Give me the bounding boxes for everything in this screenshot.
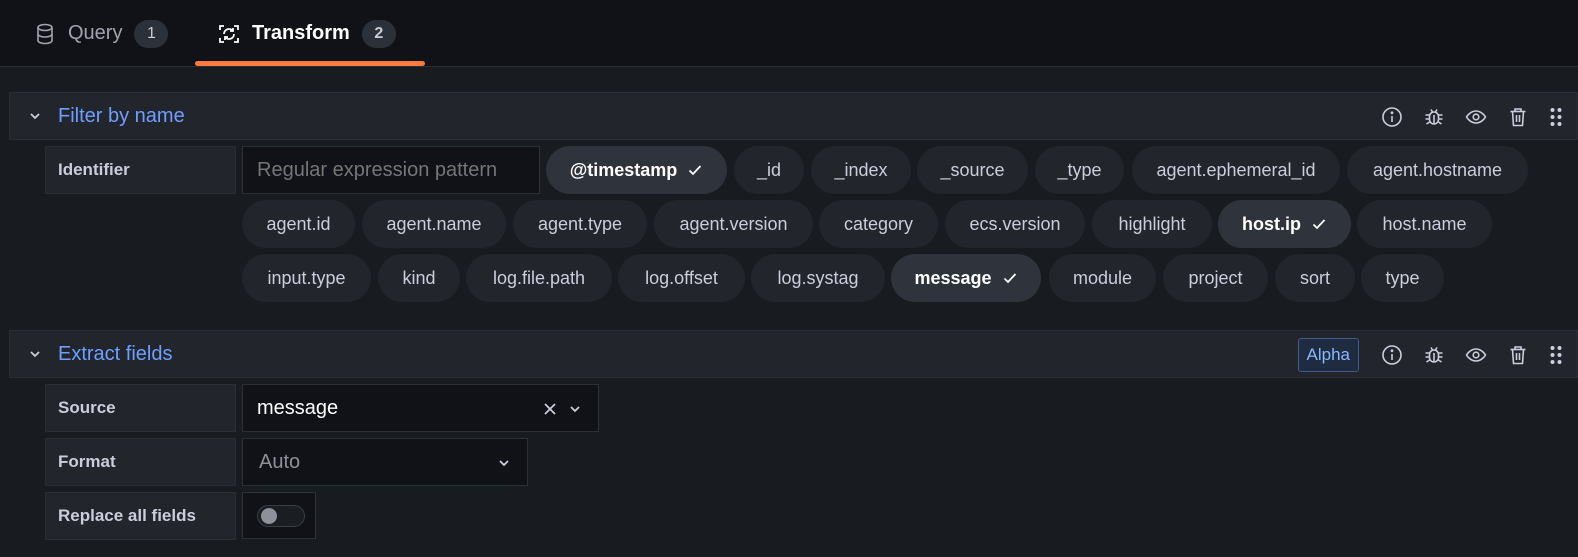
field-pill-label: agent.type xyxy=(537,213,623,234)
field-pill-label: module xyxy=(1072,267,1133,288)
field-pill[interactable]: _id xyxy=(734,146,804,194)
field-pill-label: agent.name xyxy=(386,213,482,234)
field-pill-label: project xyxy=(1188,267,1243,288)
source-select[interactable]: message xyxy=(242,384,599,432)
chevron-down-icon[interactable] xyxy=(568,402,582,416)
field-pill[interactable]: agent.version xyxy=(654,200,813,248)
filter-by-name-title: Filter by name xyxy=(58,104,185,127)
field-pill-label: log.systag xyxy=(777,267,859,288)
field-pill[interactable]: message xyxy=(891,254,1041,302)
transform-icon xyxy=(218,23,240,45)
tab-query[interactable]: Query 1 xyxy=(34,0,169,67)
source-value: message xyxy=(257,396,339,419)
tab-transform[interactable]: Transform 2 xyxy=(218,0,396,67)
field-pill[interactable]: host.ip xyxy=(1218,200,1351,248)
field-pill[interactable]: sort xyxy=(1275,254,1355,302)
eye-icon[interactable] xyxy=(1465,106,1487,128)
field-pill[interactable]: kind xyxy=(378,254,460,302)
eye-icon[interactable] xyxy=(1465,344,1487,366)
field-pill-label: sort xyxy=(1299,267,1330,288)
field-pill-label: kind xyxy=(402,267,436,288)
debug-bug-icon[interactable] xyxy=(1423,106,1445,128)
field-pill[interactable]: type xyxy=(1361,254,1444,302)
field-pill-label: log.file.path xyxy=(492,267,586,288)
field-pill-label: message xyxy=(914,267,992,288)
field-pill-label: ecs.version xyxy=(969,213,1061,234)
field-pill[interactable]: _index xyxy=(811,146,911,194)
format-value: Auto xyxy=(259,450,301,473)
field-pill[interactable]: host.name xyxy=(1357,200,1492,248)
info-icon[interactable] xyxy=(1381,344,1403,366)
field-pill[interactable]: input.type xyxy=(242,254,371,302)
extract-actions: Alpha xyxy=(1297,331,1563,379)
field-pill[interactable]: _source xyxy=(917,146,1028,194)
field-pill-label: log.offset xyxy=(645,267,718,288)
field-pill[interactable]: agent.name xyxy=(362,200,506,248)
replace-all-fields-toggle[interactable] xyxy=(257,505,305,527)
trash-icon[interactable] xyxy=(1507,106,1529,128)
source-label: Source xyxy=(45,384,236,432)
database-icon xyxy=(34,23,56,45)
field-pill-label: _id xyxy=(756,159,782,180)
field-pill-label: _source xyxy=(940,159,1005,180)
field-pill-label: highlight xyxy=(1118,213,1186,234)
drag-handle-icon[interactable] xyxy=(1549,344,1563,366)
checkmark-icon xyxy=(1003,273,1016,284)
tab-bar: Query 1 Transform 2 xyxy=(0,0,1578,67)
field-pill-label: input.type xyxy=(267,267,346,288)
trash-icon[interactable] xyxy=(1507,344,1529,366)
alpha-badge: Alpha xyxy=(1297,338,1359,372)
checkmark-icon xyxy=(689,165,702,176)
field-pill[interactable]: _type xyxy=(1035,146,1124,194)
extract-fields-title: Extract fields xyxy=(58,342,173,365)
format-label: Format xyxy=(45,438,236,486)
field-pill-label: @timestamp xyxy=(569,159,678,180)
regex-pattern-input[interactable] xyxy=(242,146,540,194)
field-pill[interactable]: log.offset xyxy=(618,254,745,302)
field-pill[interactable]: agent.ephemeral_id xyxy=(1132,146,1340,194)
field-pill[interactable]: project xyxy=(1163,254,1268,302)
tab-query-count: 1 xyxy=(134,19,169,48)
extract-fields-header[interactable]: Extract fields Alpha xyxy=(9,330,1578,378)
info-icon[interactable] xyxy=(1381,106,1403,128)
field-pill[interactable]: @timestamp xyxy=(546,146,727,194)
field-pill[interactable]: agent.type xyxy=(513,200,647,248)
format-select[interactable]: Auto xyxy=(242,438,528,486)
field-pill[interactable]: log.systag xyxy=(751,254,885,302)
replace-all-fields-field xyxy=(242,492,316,539)
field-pill-label: host.ip xyxy=(1242,213,1301,234)
field-pill[interactable]: ecs.version xyxy=(945,200,1085,248)
identifier-label: Identifier xyxy=(45,146,236,194)
field-pill-label: category xyxy=(843,213,914,234)
field-pill-label: type xyxy=(1385,267,1420,288)
collapse-chevron-icon[interactable] xyxy=(26,107,44,125)
chevron-down-icon[interactable] xyxy=(497,456,511,470)
field-pill-label: agent.version xyxy=(679,213,788,234)
field-pill[interactable]: agent.hostname xyxy=(1347,146,1528,194)
replace-all-fields-label: Replace all fields xyxy=(45,492,236,540)
drag-handle-icon[interactable] xyxy=(1549,106,1563,128)
collapse-chevron-icon[interactable] xyxy=(26,345,44,363)
checkmark-icon xyxy=(1312,219,1326,230)
filter-by-name-header[interactable]: Filter by name xyxy=(9,92,1578,140)
field-pill[interactable]: log.file.path xyxy=(466,254,612,302)
field-pill[interactable]: category xyxy=(819,200,938,248)
field-pill-label: agent.hostname xyxy=(1372,159,1503,180)
filter-actions xyxy=(1381,93,1563,141)
field-pill-label: host.name xyxy=(1382,213,1467,234)
field-pill-label: agent.id xyxy=(266,213,331,234)
field-pill[interactable]: agent.id xyxy=(242,200,355,248)
field-pill[interactable]: highlight xyxy=(1092,200,1212,248)
tab-transform-label: Transform xyxy=(252,22,350,44)
active-tab-indicator xyxy=(195,61,425,66)
field-pill-label: _type xyxy=(1057,159,1102,180)
field-pill-label: agent.ephemeral_id xyxy=(1156,159,1316,180)
field-pill[interactable]: module xyxy=(1049,254,1156,302)
debug-bug-icon[interactable] xyxy=(1423,344,1445,366)
tab-query-label: Query xyxy=(68,22,123,44)
field-pill-label: _index xyxy=(834,159,888,180)
tab-transform-count: 2 xyxy=(361,19,396,48)
clear-icon[interactable] xyxy=(543,402,557,416)
toggle-knob xyxy=(261,508,277,524)
